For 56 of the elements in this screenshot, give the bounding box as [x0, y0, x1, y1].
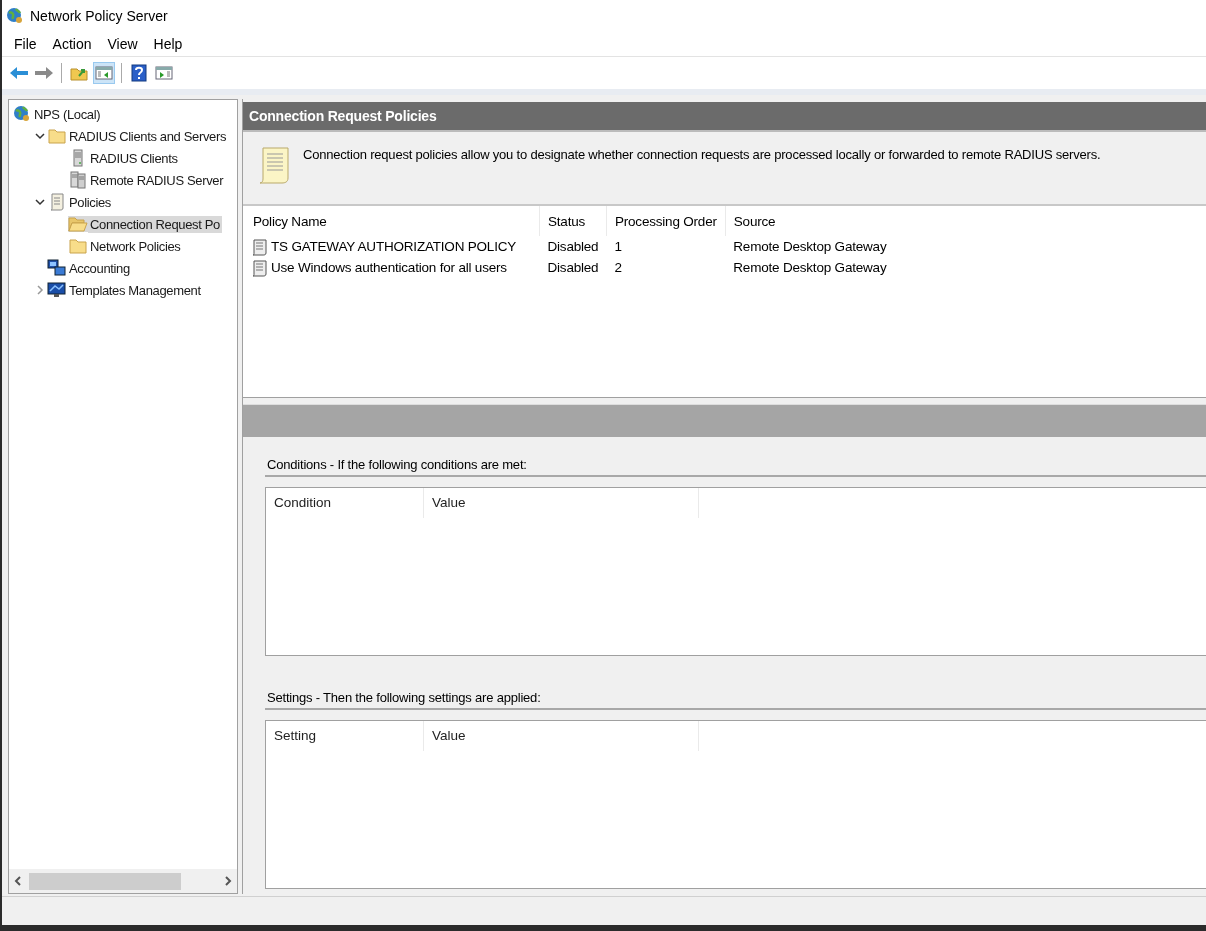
folder-icon [69, 238, 87, 254]
scroll-left-icon[interactable] [14, 876, 22, 886]
scrollbar-thumb[interactable] [29, 872, 181, 890]
monitor-icon [47, 281, 67, 299]
column-header[interactable]: Status [539, 206, 607, 236]
policy-icon [251, 258, 269, 277]
menu-item[interactable]: File [6, 36, 45, 52]
table-cell: TS GATEWAY AUTHORIZATION POLICY [271, 239, 517, 254]
folder-icon [48, 128, 66, 144]
column-header[interactable]: Condition [266, 488, 424, 518]
table-cell-text: Remote Desktop Gateway [732, 238, 888, 256]
column-header[interactable]: Value [424, 721, 699, 751]
menu-item[interactable]: View [99, 36, 146, 52]
tree-item[interactable]: NPS (Local) [32, 105, 103, 123]
expand-chevron-icon[interactable] [35, 197, 45, 207]
globe-icon [6, 7, 24, 25]
expand-chevron-icon[interactable] [35, 131, 45, 141]
column-header[interactable]: Source [725, 206, 942, 236]
collapse-chevron-icon[interactable] [35, 285, 45, 295]
scroll-right-icon[interactable] [224, 876, 232, 886]
section-label: Conditions - If the following conditions are met: [265, 457, 1206, 477]
scroll-icon [49, 193, 65, 211]
table-cell-text: Disabled [546, 238, 600, 256]
column-header[interactable]: Policy Name [245, 206, 540, 236]
tree-item[interactable]: Accounting [67, 259, 132, 277]
table-cell-text: Remote Desktop Gateway [732, 259, 888, 277]
servers-icon [70, 171, 86, 189]
column-header[interactable]: Processing Order [606, 206, 726, 236]
table-cell-text: 2 [613, 259, 623, 277]
description-text: Connection request policies allow you to designate whether connection requests are processed locally or forwarded to remote RADIUS servers. [303, 146, 1101, 162]
tree-item[interactable]: Templates Management [67, 281, 203, 299]
policy-icon [251, 237, 269, 256]
menu-item[interactable]: Action [44, 36, 100, 52]
table-cell-text: 1 [613, 238, 623, 256]
window-title: Network Policy Server [30, 8, 168, 24]
globe-icon [13, 105, 31, 123]
column-header[interactable]: Setting [266, 721, 424, 751]
tree-item[interactable]: Policies [67, 193, 113, 211]
scroll-icon [257, 144, 291, 186]
column-header[interactable]: Value [424, 488, 699, 518]
accounting-icon [47, 259, 67, 277]
server-icon [71, 149, 85, 167]
horizontal-scrollbar[interactable] [9, 868, 237, 893]
folder-icon [68, 216, 88, 232]
table-cell: Use Windows authentication for all users [271, 260, 507, 275]
pane-header: Connection Request Policies [243, 102, 1206, 132]
help-button[interactable] [128, 62, 150, 84]
menu-item[interactable]: Help [145, 36, 191, 52]
tree-item[interactable]: RADIUS Clients [88, 149, 180, 167]
tree-item[interactable]: Remote RADIUS Server [88, 171, 226, 189]
table-cell-text: Disabled [546, 259, 600, 277]
tree-item[interactable]: RADIUS Clients and Servers [67, 127, 229, 145]
show-tree-button[interactable] [93, 62, 115, 84]
tree-item[interactable]: Network Policies [88, 237, 183, 255]
section-label: Settings - Then the following settings are applied: [265, 690, 1206, 710]
tree-item[interactable]: Connection Request Po [88, 215, 222, 233]
